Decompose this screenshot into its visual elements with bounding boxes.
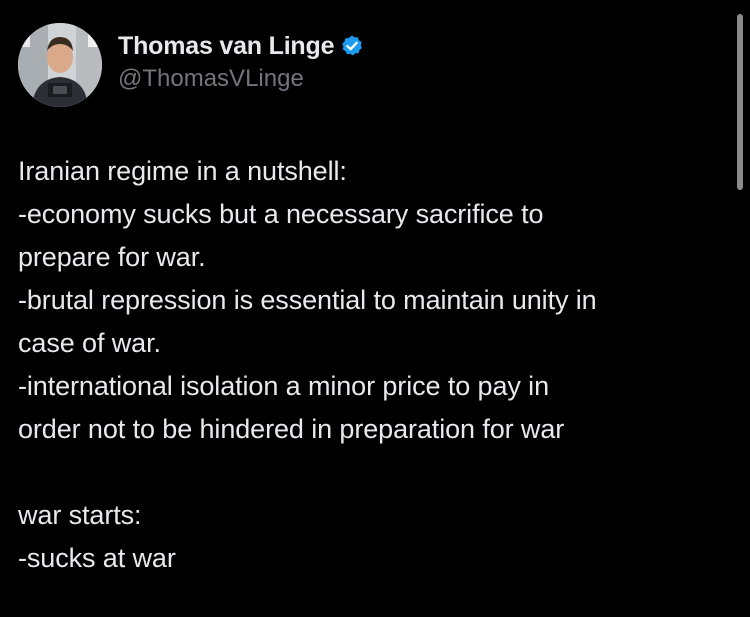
verified-badge-icon[interactable] xyxy=(340,34,364,58)
tweet: Thomas van Linge @ThomasVLinge Iranian r… xyxy=(0,0,750,617)
avatar-photo-icon xyxy=(18,23,102,107)
tweet-text-line: order not to be hindered in preparation … xyxy=(18,414,565,444)
tweet-text-line: -international isolation a minor price t… xyxy=(18,371,549,401)
author-handle[interactable]: @ThomasVLinge xyxy=(118,65,364,93)
tweet-text-line: war starts: xyxy=(18,500,142,530)
name-row: Thomas van Linge xyxy=(118,29,364,63)
tweet-text: Iranian regime in a nutshell: -economy s… xyxy=(18,150,733,580)
tweet-header: Thomas van Linge @ThomasVLinge xyxy=(18,22,364,108)
avatar[interactable] xyxy=(18,23,102,107)
tweet-text-line: -sucks at war xyxy=(18,543,176,573)
author-display-name[interactable]: Thomas van Linge xyxy=(118,32,334,61)
scrollbar-thumb[interactable] xyxy=(737,14,743,190)
tweet-text-line: -economy sucks but a necessary sacrifice… xyxy=(18,199,544,229)
tweet-text-line: Iranian regime in a nutshell: xyxy=(18,156,347,186)
tweet-text-line: -brutal repression is essential to maint… xyxy=(18,285,597,315)
tweet-text-line: case of war. xyxy=(18,328,161,358)
author-identity: Thomas van Linge @ThomasVLinge xyxy=(118,29,364,93)
tweet-text-line: prepare for war. xyxy=(18,242,206,272)
